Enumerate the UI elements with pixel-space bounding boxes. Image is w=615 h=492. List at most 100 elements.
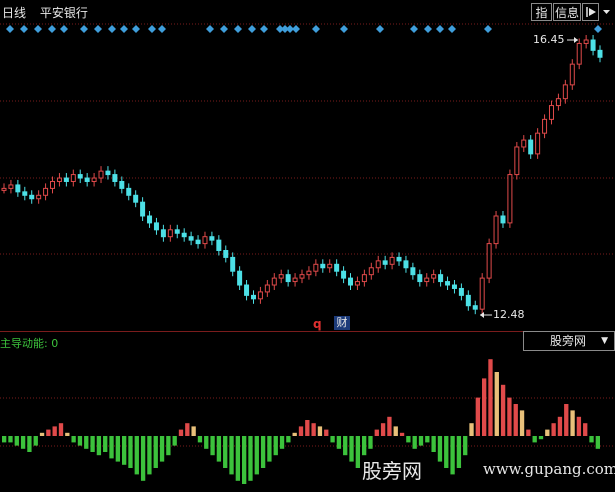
candle-body	[396, 256, 402, 262]
indicator-bar	[39, 432, 45, 436]
candle-body	[209, 236, 215, 241]
low-price-label: 12.48	[493, 308, 525, 321]
indicator-bar	[469, 423, 474, 436]
candle-body	[403, 260, 409, 269]
candle-body	[451, 284, 457, 289]
candle-body	[500, 215, 506, 224]
indicator-bar	[362, 436, 367, 456]
event-marker-finance[interactable]: 财	[334, 316, 350, 330]
candle-body	[306, 270, 312, 276]
candle-body	[354, 281, 360, 286]
indicator-bar	[437, 436, 443, 462]
indicator-bar	[564, 404, 569, 436]
indicator-bar	[418, 436, 424, 446]
signal-diamond	[376, 25, 384, 33]
signal-diamond	[448, 25, 456, 33]
signal-diamond	[20, 25, 28, 33]
candle-body	[230, 256, 236, 272]
indicator-bar	[8, 436, 13, 443]
signal-diamond	[158, 25, 166, 33]
indicator-bar	[450, 436, 455, 475]
indicator-bar	[324, 429, 329, 436]
chart-canvas[interactable]	[0, 0, 615, 492]
indicator-bar	[2, 436, 7, 443]
signal-diamond	[148, 25, 156, 33]
indicator-bar	[399, 432, 405, 436]
signal-diamond	[410, 25, 418, 33]
indicator-bar	[84, 436, 89, 449]
candle-body	[438, 274, 444, 283]
candle-body	[147, 215, 153, 224]
signal-diamond	[594, 25, 602, 33]
indicator-bar	[444, 436, 449, 468]
signal-diamond	[108, 25, 116, 33]
candle-body	[244, 284, 250, 296]
indicator-bar	[33, 436, 38, 446]
candle-body	[431, 274, 437, 279]
indicator-bar	[197, 436, 203, 443]
indicator-label: 主导动能: 0	[0, 337, 59, 350]
signal-diamond	[248, 25, 256, 33]
indicator-bar	[248, 436, 253, 481]
signal-diamond	[260, 25, 268, 33]
indicator-bar	[242, 436, 247, 484]
candle-body	[576, 42, 582, 65]
indicator-bar	[311, 423, 316, 436]
candle-body	[43, 187, 49, 196]
indicator-bar	[406, 436, 411, 443]
candle-body	[237, 270, 243, 286]
signal-diamond	[220, 25, 228, 33]
indicator-bar	[475, 397, 480, 436]
candle-body	[521, 139, 527, 148]
indicator-bar	[500, 384, 506, 436]
candle-body	[348, 277, 354, 286]
candle-body	[70, 174, 76, 182]
indicator-bar	[557, 416, 563, 436]
indicator-select[interactable]: 股旁网 ▼	[523, 331, 615, 351]
candle-body	[583, 39, 589, 44]
event-marker-q[interactable]: q	[313, 317, 322, 331]
candle-body	[562, 84, 568, 100]
indicator-bar	[254, 436, 259, 475]
indicator-bar	[58, 423, 64, 436]
indicator-bar	[532, 436, 537, 443]
candle-body	[29, 194, 35, 200]
candle-body	[1, 187, 7, 191]
candle-body	[153, 222, 159, 231]
indicator-bar	[374, 429, 379, 436]
indicator-bar	[292, 432, 297, 436]
indicator-bar	[153, 436, 158, 468]
candle-body	[368, 267, 374, 276]
indicator-bar	[570, 410, 575, 436]
candle-body	[458, 287, 464, 296]
indicator-bar	[71, 436, 76, 443]
candle-body	[133, 194, 139, 203]
indicator-bar	[380, 423, 386, 436]
indicator-bar	[267, 436, 272, 462]
indicator-bar	[488, 359, 493, 436]
candle-body	[77, 174, 83, 179]
candle-body	[188, 236, 194, 241]
grid-lines	[0, 23, 615, 447]
indicator-bar	[273, 436, 278, 456]
candle-body	[22, 191, 28, 196]
indicator-bar	[109, 436, 114, 459]
candle-body	[555, 98, 561, 107]
candle-body	[167, 229, 173, 238]
indicator-bar	[178, 429, 184, 436]
indicator-bar	[330, 436, 335, 443]
candle-body	[50, 180, 56, 189]
indicator-bar	[159, 436, 165, 462]
signal-diamond	[94, 25, 102, 33]
candle-body	[389, 256, 395, 265]
indicator-bar	[368, 436, 373, 449]
indicator-bar	[387, 416, 392, 436]
candle-body	[174, 229, 180, 234]
indicator-bar	[77, 436, 83, 446]
candle-body	[424, 277, 430, 283]
indicator-bar	[20, 436, 26, 449]
indicator-bar	[52, 426, 57, 436]
indicator-bar	[551, 423, 556, 436]
indicator-bar	[412, 436, 417, 449]
indicator-bar	[317, 426, 323, 436]
